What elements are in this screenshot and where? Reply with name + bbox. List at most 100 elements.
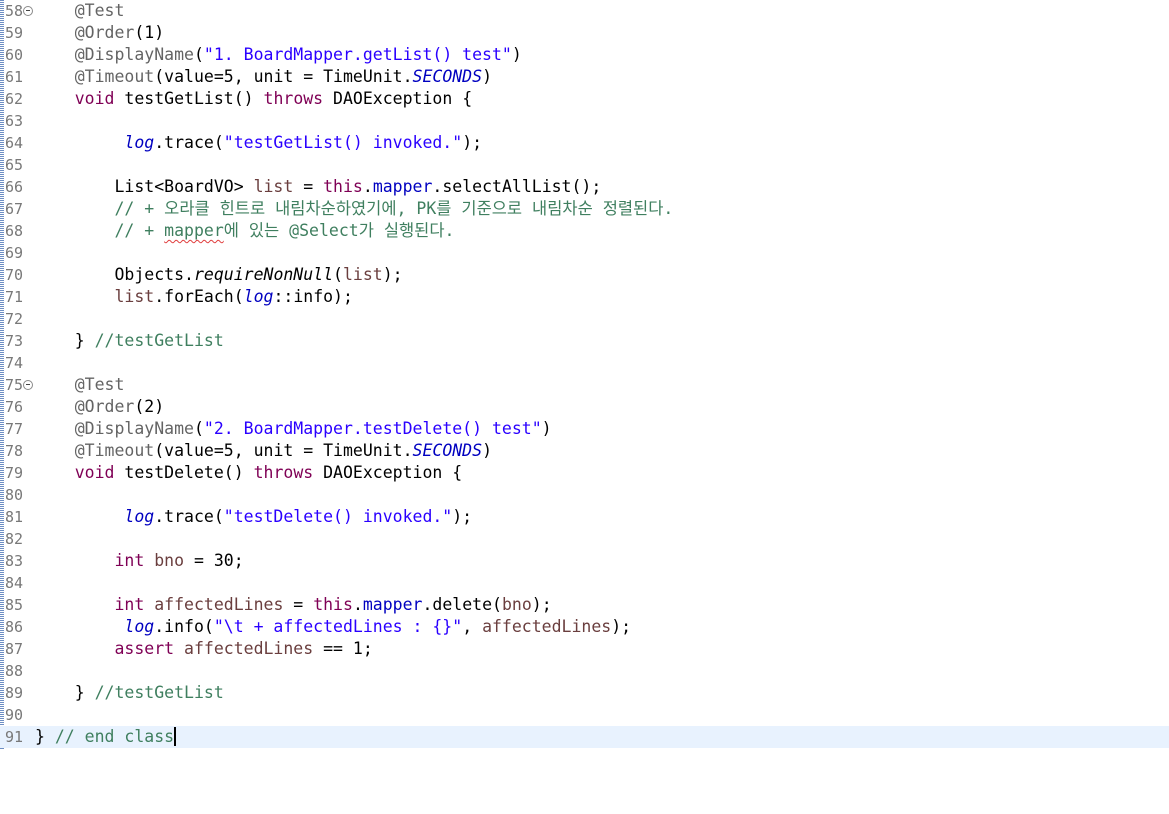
code-line-69[interactable]: 69 xyxy=(0,242,1169,264)
code-line-66[interactable]: 66 List<BoardVO> list = this.mapper.sele… xyxy=(0,176,1169,198)
line-number: 59 xyxy=(5,24,24,42)
comment: //testGetList xyxy=(94,683,224,702)
line-number: 89 xyxy=(5,684,24,702)
fold-collapse-icon[interactable] xyxy=(23,380,33,390)
line-number: 88 xyxy=(5,662,24,680)
local-variable: list xyxy=(253,177,294,196)
line-number: 67 xyxy=(5,200,24,218)
code-line-87[interactable]: 87 assert affectedLines == 1; xyxy=(0,638,1169,660)
annotation-order: @Order xyxy=(74,397,135,416)
annotation-test: @Test xyxy=(74,1,125,20)
line-number: 81 xyxy=(5,508,24,526)
code-line-58[interactable]: 58 @Test xyxy=(0,0,1169,22)
code-line-82[interactable]: 82 xyxy=(0,528,1169,550)
code-text: (2) xyxy=(134,397,165,416)
keyword: this xyxy=(313,595,353,614)
line-number: 77 xyxy=(5,420,24,438)
code-line-80[interactable]: 80 xyxy=(0,484,1169,506)
code-line-68[interactable]: 68 // + mapper에 있는 @Select가 실행된다. xyxy=(0,220,1169,242)
code-text: DAOException { xyxy=(313,463,463,482)
code-line-79[interactable]: 79 void testDelete() throws DAOException… xyxy=(0,462,1169,484)
code-line-86[interactable]: 86 log.info("\t + affectedLines : {}", a… xyxy=(0,616,1169,638)
code-text: ) xyxy=(482,67,492,86)
code-line-72[interactable]: 72 xyxy=(0,308,1169,330)
code-text: ) xyxy=(482,441,492,460)
keyword: throws xyxy=(253,463,314,482)
local-variable: bno xyxy=(501,595,532,614)
code-text: ); xyxy=(382,265,403,284)
line-number: 68 xyxy=(5,222,24,240)
keyword: int xyxy=(114,595,145,614)
keyword: this xyxy=(323,177,363,196)
field: mapper xyxy=(372,177,433,196)
code-text: (value=5, unit = TimeUnit. xyxy=(154,441,413,460)
keyword: assert xyxy=(114,639,175,658)
line-number: 82 xyxy=(5,530,24,548)
line-number: 76 xyxy=(5,398,24,416)
code-line-60[interactable]: 60 @DisplayName("1. BoardMapper.getList(… xyxy=(0,44,1169,66)
static-method: requireNonNull xyxy=(193,265,334,284)
code-line-61[interactable]: 61 @Timeout(value=5, unit = TimeUnit.SEC… xyxy=(0,66,1169,88)
static-field: log xyxy=(124,507,155,526)
line-number: 78 xyxy=(5,442,24,460)
code-line-90[interactable]: 90 xyxy=(0,704,1169,726)
code-line-71[interactable]: 71 list.forEach(log::info); xyxy=(0,286,1169,308)
local-variable: affectedLines xyxy=(482,617,612,636)
code-line-63[interactable]: 63 xyxy=(0,110,1169,132)
code-text: DAOException { xyxy=(323,89,473,108)
code-text: . xyxy=(362,177,373,196)
code-line-67[interactable]: 67 // + 오라클 힌트로 내림차순하였기에, PK를 기준으로 내림차순 … xyxy=(0,198,1169,220)
code-line-78[interactable]: 78 @Timeout(value=5, unit = TimeUnit.SEC… xyxy=(0,440,1169,462)
code-line-83[interactable]: 83 int bno = 30; xyxy=(0,550,1169,572)
code-line-77[interactable]: 77 @DisplayName("2. BoardMapper.testDele… xyxy=(0,418,1169,440)
fold-collapse-icon[interactable] xyxy=(23,6,33,16)
keyword: void xyxy=(74,463,115,482)
keyword: int xyxy=(114,551,145,570)
code-line-59[interactable]: 59 @Order(1) xyxy=(0,22,1169,44)
code-line-76[interactable]: 76 @Order(2) xyxy=(0,396,1169,418)
static-field: log xyxy=(124,133,155,152)
local-variable: affectedLines xyxy=(184,639,314,658)
line-number: 72 xyxy=(5,310,24,328)
spelling-warning[interactable]: mapper xyxy=(164,221,224,240)
code-text: ); xyxy=(452,507,473,526)
code-text: == 1; xyxy=(313,639,373,658)
code-line-64[interactable]: 64 log.trace("testGetList() invoked."); xyxy=(0,132,1169,154)
code-text: } xyxy=(35,727,55,746)
line-number: 85 xyxy=(5,596,24,614)
local-variable: list xyxy=(342,265,383,284)
code-line-73[interactable]: 73 } //testGetList xyxy=(0,330,1169,352)
code-line-70[interactable]: 70 Objects.requireNonNull(list); xyxy=(0,264,1169,286)
static-field: log xyxy=(243,287,274,306)
code-text: List<BoardVO> xyxy=(114,177,254,196)
keyword: void xyxy=(74,89,115,108)
code-line-91-current[interactable]: 91 } // end class xyxy=(0,726,1169,748)
line-number: 63 xyxy=(5,112,24,130)
local-variable: list xyxy=(114,287,155,306)
string-literal: "testGetList() invoked." xyxy=(223,133,463,152)
code-text: ); xyxy=(611,617,632,636)
code-line-88[interactable]: 88 xyxy=(0,660,1169,682)
code-text: ::info); xyxy=(273,287,353,306)
annotation-test: @Test xyxy=(74,375,125,394)
code-line-81[interactable]: 81 log.trace("testDelete() invoked."); xyxy=(0,506,1169,528)
code-text: . xyxy=(352,595,363,614)
code-line-74[interactable]: 74 xyxy=(0,352,1169,374)
annotation-timeout: @Timeout xyxy=(74,67,155,86)
keyword: throws xyxy=(263,89,324,108)
code-line-75[interactable]: 75 @Test xyxy=(0,374,1169,396)
code-line-62[interactable]: 62 void testGetList() throws DAOExceptio… xyxy=(0,88,1169,110)
comment: 에 있는 @Select가 실행된다. xyxy=(223,221,455,240)
line-number: 80 xyxy=(5,486,24,504)
line-number: 87 xyxy=(5,640,24,658)
code-line-89[interactable]: 89 } //testGetList xyxy=(0,682,1169,704)
code-line-85[interactable]: 85 int affectedLines = this.mapper.delet… xyxy=(0,594,1169,616)
code-text: = xyxy=(293,177,324,196)
code-editor[interactable]: 58 @Test 59 @Order(1) 60 @DisplayName("1… xyxy=(0,0,1169,749)
code-text: ); xyxy=(462,133,483,152)
comment: // end class xyxy=(54,727,175,746)
code-line-65[interactable]: 65 xyxy=(0,154,1169,176)
code-line-84[interactable]: 84 xyxy=(0,572,1169,594)
